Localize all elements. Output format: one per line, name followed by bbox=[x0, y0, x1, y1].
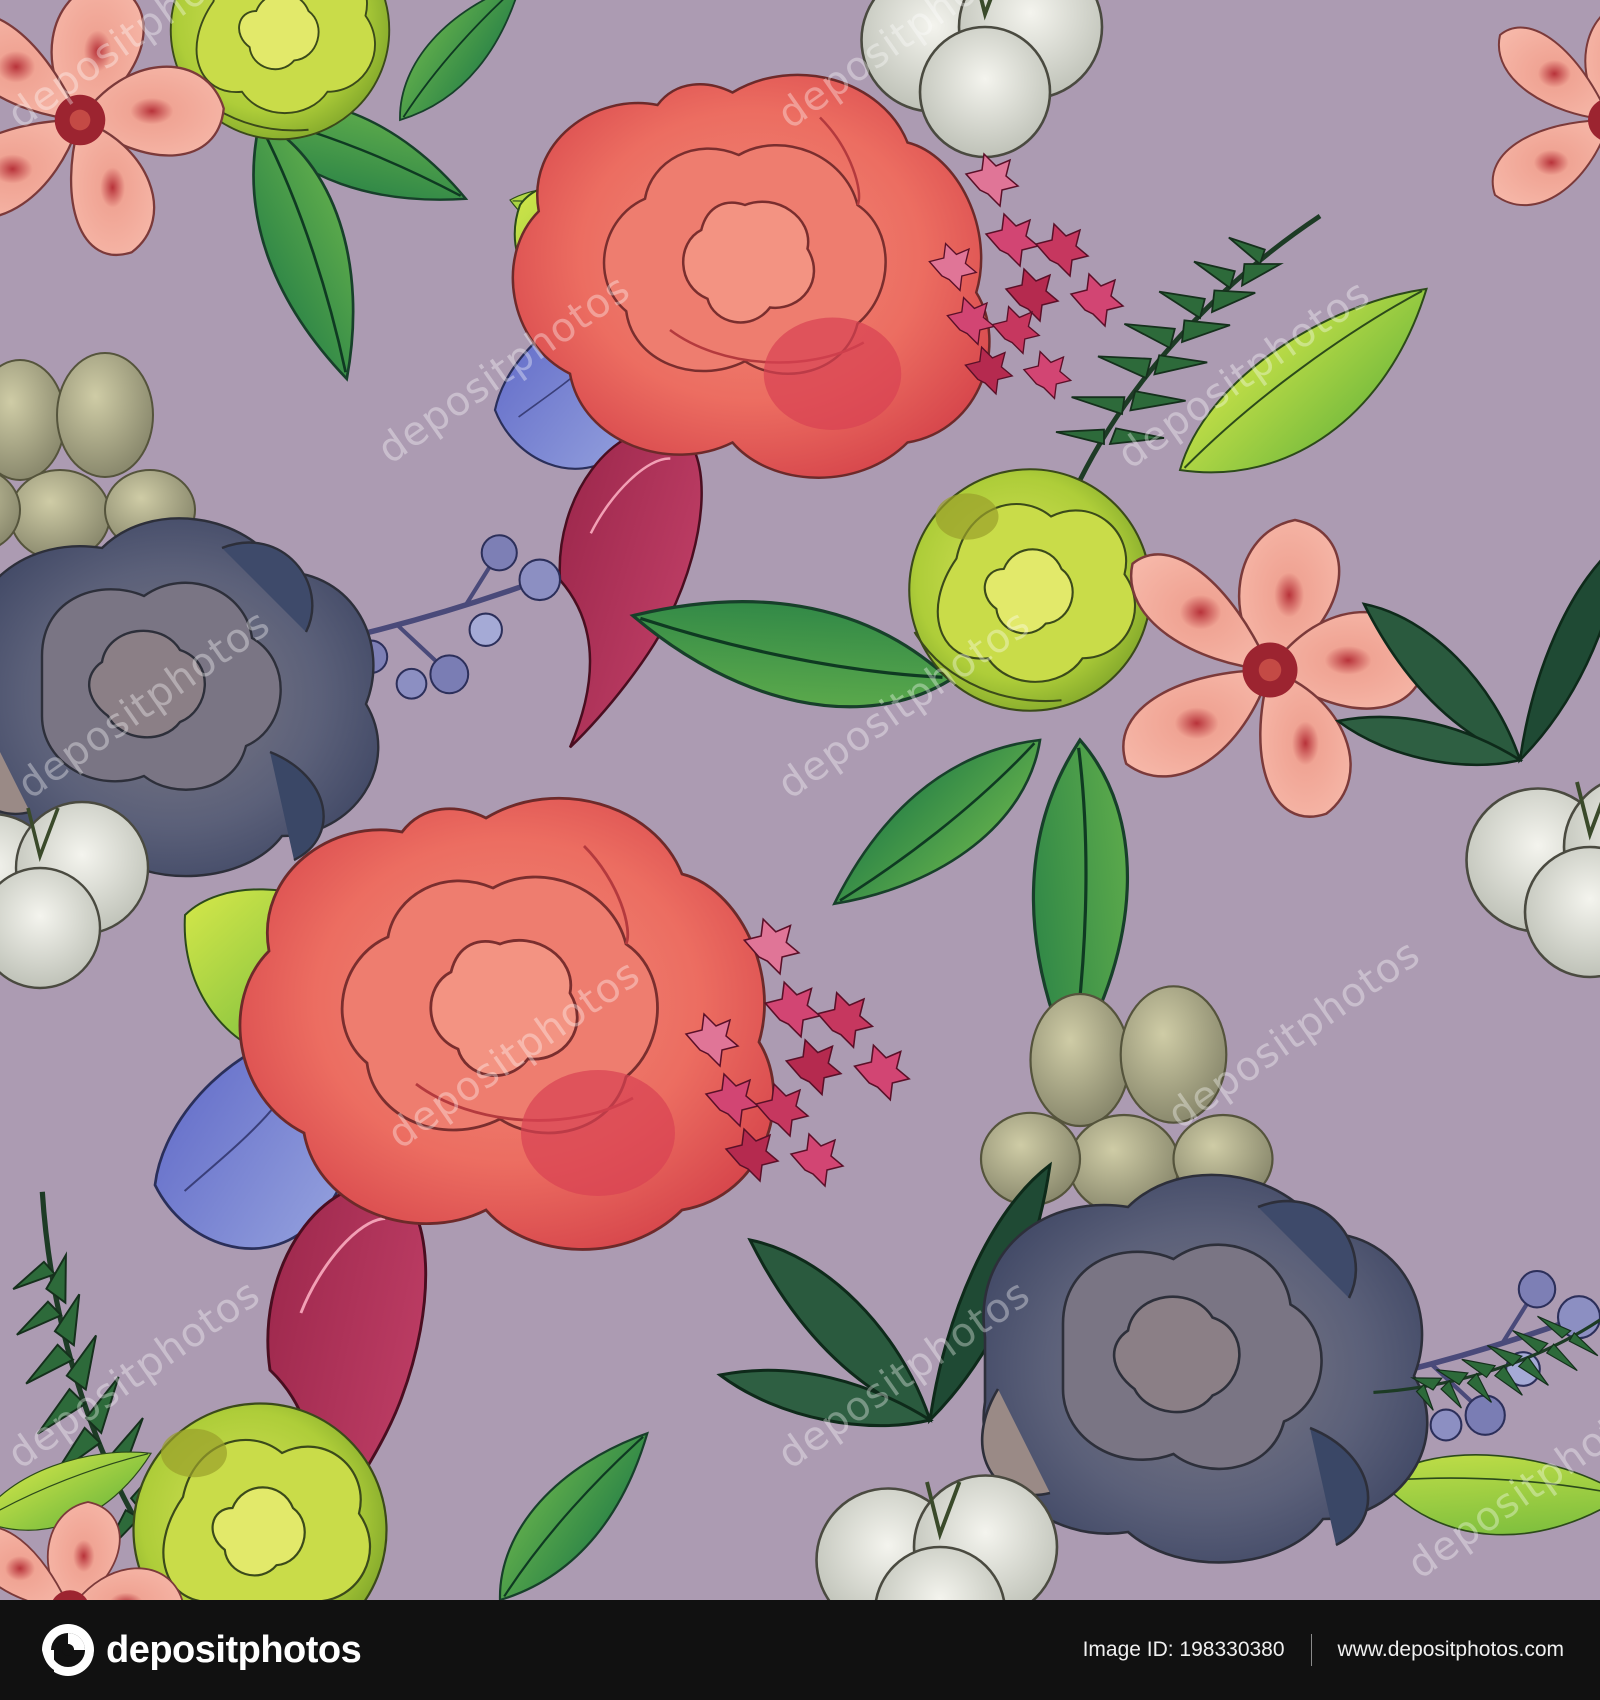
depositphotos-logo[interactable]: depositphotos bbox=[40, 1620, 362, 1680]
footer-bar: depositphotos Image ID: 198330380 www.de… bbox=[0, 1600, 1600, 1700]
site-url-link[interactable]: www.depositphotos.com bbox=[1338, 1638, 1564, 1662]
camera-shutter-icon bbox=[42, 1624, 94, 1676]
floral-pattern-svg: depositphotos depositphotos depositphoto… bbox=[0, 0, 1600, 1600]
footer-divider bbox=[1310, 1634, 1312, 1666]
floral-pattern-image: depositphotos depositphotos depositphoto… bbox=[0, 0, 1600, 1600]
image-id-label: Image ID: 198330380 bbox=[1082, 1638, 1285, 1661]
logo-text: depositphotos bbox=[106, 1628, 362, 1671]
page: depositphotos depositphotos depositphoto… bbox=[0, 0, 1600, 1700]
